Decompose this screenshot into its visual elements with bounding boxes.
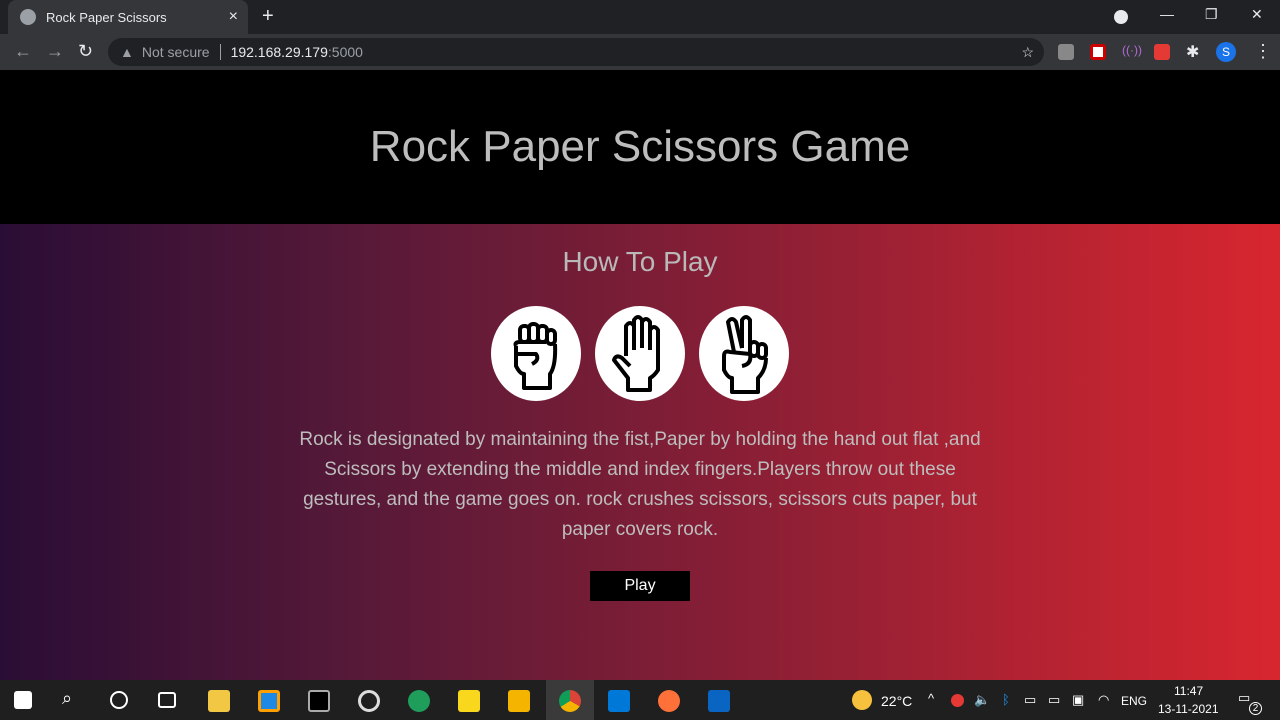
scissors-hand-icon	[699, 306, 789, 401]
url-host: 192.168.29.179	[230, 44, 328, 60]
divider	[219, 44, 221, 60]
back-icon[interactable]: ←	[14, 41, 32, 62]
close-window-button[interactable]: ✕	[1251, 6, 1263, 23]
browser-tab[interactable]: Rock Paper Scissors ×	[8, 0, 248, 34]
cortana-icon[interactable]	[110, 691, 128, 709]
paper-hand-icon	[595, 306, 685, 401]
bluetooth-icon[interactable]: ᛒ	[1002, 692, 1010, 707]
media-player-icon[interactable]	[358, 690, 380, 712]
chrome-icon[interactable]	[559, 690, 581, 712]
firefox-icon[interactable]	[658, 690, 680, 712]
tab-search-icon[interactable]	[1114, 10, 1128, 24]
record-icon[interactable]	[951, 694, 964, 707]
tab-bar: Rock Paper Scissors × + — ❐ ✕	[0, 0, 1280, 34]
minimize-button[interactable]: —	[1160, 6, 1174, 22]
language-indicator[interactable]: ENG	[1121, 694, 1147, 708]
clock-date[interactable]: 13-11-2021	[1158, 702, 1219, 716]
address-bar[interactable]: ▲ Not secure 192.168.29.179 :5000 ☆	[108, 38, 1044, 66]
url-port: :5000	[327, 44, 363, 60]
store-icon[interactable]	[208, 690, 230, 712]
edge-icon[interactable]	[408, 690, 430, 712]
file-explorer-icon[interactable]	[508, 690, 530, 712]
hand-gestures	[0, 306, 1280, 401]
extensions-puzzle-icon[interactable]: ✱	[1186, 42, 1202, 61]
extension-pocket-icon[interactable]	[1090, 44, 1106, 60]
search-icon[interactable]: ⌕	[62, 688, 84, 710]
vscode-icon[interactable]	[608, 690, 630, 712]
tray-expand-icon[interactable]: ^	[928, 691, 934, 706]
browser-toolbar: ← → ↻ ▲ Not secure 192.168.29.179 :5000 …	[0, 34, 1280, 70]
notifications-icon[interactable]: ▭	[1238, 690, 1250, 706]
globe-icon	[20, 9, 36, 25]
notification-count: 2	[1249, 702, 1262, 715]
rock-fist-icon	[491, 306, 581, 401]
extension-my-icon[interactable]	[1058, 44, 1074, 60]
close-tab-icon[interactable]: ×	[229, 8, 238, 26]
windows-start-icon[interactable]	[14, 691, 32, 709]
reload-icon[interactable]: ↻	[78, 41, 93, 62]
rules-description: Rock is designated by maintaining the fi…	[299, 429, 981, 540]
how-to-play-section: How To Play Rock is designated by mainta…	[0, 224, 1280, 680]
play-button[interactable]: Play	[590, 571, 690, 601]
display-icon[interactable]: ▣	[1072, 692, 1084, 708]
meet-icon[interactable]: ▭	[1024, 692, 1036, 708]
wifi-icon[interactable]: ◠	[1098, 692, 1109, 708]
menu-kebab-icon[interactable]: ⋮	[1254, 41, 1272, 62]
warning-icon: ▲	[120, 44, 134, 60]
volume-icon[interactable]: 🔈	[974, 692, 990, 708]
new-tab-button[interactable]: +	[262, 5, 274, 28]
task-view-icon[interactable]	[158, 692, 176, 708]
sticky-notes-icon[interactable]	[458, 690, 480, 712]
section-title: How To Play	[562, 246, 718, 277]
bookmark-star-icon[interactable]: ☆	[1021, 44, 1034, 61]
extension-video-icon[interactable]	[1154, 44, 1170, 60]
forward-icon[interactable]: →	[46, 41, 64, 62]
extension-podcast-icon[interactable]: ((·))	[1122, 43, 1142, 59]
terminal-icon[interactable]	[308, 690, 330, 712]
page-header: Rock Paper Scissors Game	[0, 70, 1280, 224]
profile-avatar[interactable]: S	[1216, 42, 1236, 62]
clock-time[interactable]: 11:47	[1174, 684, 1203, 698]
page-title: Rock Paper Scissors Game	[369, 122, 911, 171]
temperature[interactable]: 22°C	[881, 693, 912, 709]
tab-title: Rock Paper Scissors	[46, 9, 167, 25]
windows-taskbar: ⌕ 22°C ^ 🔈 ᛒ ▭ ▭ ▣ ◠ ENG 11:47 13-11-202…	[0, 680, 1280, 720]
app-icon-2[interactable]	[708, 690, 730, 712]
weather-sun-icon	[852, 690, 872, 710]
app-icon[interactable]	[258, 690, 280, 712]
battery-icon[interactable]: ▭	[1048, 692, 1060, 708]
not-secure-label[interactable]: Not secure	[142, 44, 210, 60]
restore-button[interactable]: ❐	[1205, 6, 1218, 23]
